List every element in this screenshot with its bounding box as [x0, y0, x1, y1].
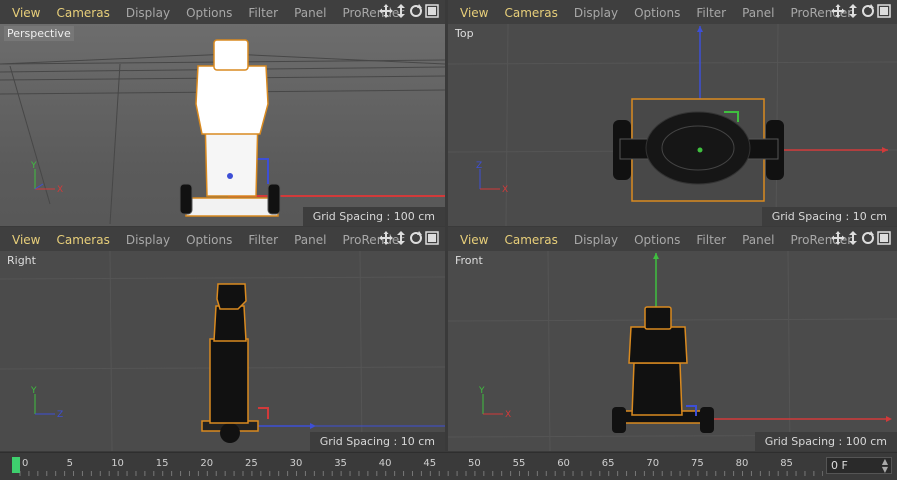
zoom-view-icon[interactable]	[395, 231, 407, 245]
viewport-canvas[interactable]: Y Z Right Grid Spacing : 10 cm	[0, 251, 445, 451]
timeline-tick-label: 45	[423, 458, 436, 469]
timeline-tick-label: 10	[111, 458, 124, 469]
timeline-tick-label: 20	[200, 458, 213, 469]
timeline-tick-label: 35	[334, 458, 347, 469]
timeline-tick-label: 5	[67, 458, 73, 469]
timeline-tick-label: 30	[290, 458, 303, 469]
timeline[interactable]: 051015202530354045505560657075808590 0 F…	[0, 452, 897, 480]
viewport-menubar: View Cameras Display Options Filter Pane…	[448, 227, 897, 251]
menu-display[interactable]: Display	[566, 6, 626, 20]
menu-view[interactable]: View	[452, 6, 496, 20]
zoom-view-icon[interactable]	[395, 4, 407, 18]
timeline-tick-label: 50	[468, 458, 481, 469]
menu-filter[interactable]: Filter	[240, 233, 286, 247]
viewport-menubar: View Cameras Display Options Filter Pane…	[0, 0, 445, 24]
menu-display[interactable]: Display	[566, 233, 626, 247]
maximize-view-icon[interactable]	[877, 4, 891, 18]
menu-cameras[interactable]: Cameras	[48, 6, 117, 20]
maximize-view-icon[interactable]	[425, 231, 439, 245]
timeline-tick-label: 85	[780, 458, 793, 469]
menu-display[interactable]: Display	[118, 6, 178, 20]
menu-options[interactable]: Options	[626, 233, 688, 247]
zoom-view-icon[interactable]	[847, 231, 859, 245]
frame-spinner-icon[interactable]: ▲ ▼	[882, 458, 888, 474]
timeline-tick-label: 65	[602, 458, 615, 469]
timeline-tick-label: 60	[557, 458, 570, 469]
maximize-view-icon[interactable]	[877, 231, 891, 245]
viewport-menubar: View Cameras Display Options Filter Pane…	[0, 227, 445, 251]
menu-panel[interactable]: Panel	[734, 6, 782, 20]
viewport-canvas[interactable]: Y X Front Grid Spacing : 100 cm	[448, 251, 897, 451]
menu-options[interactable]: Options	[178, 6, 240, 20]
current-frame-field[interactable]: 0 F ▲ ▼	[826, 457, 892, 474]
axis-x-label: X	[502, 185, 508, 195]
timeline-tick-label: 70	[646, 458, 659, 469]
menu-view[interactable]: View	[4, 6, 48, 20]
menu-view[interactable]: View	[4, 233, 48, 247]
rotate-view-icon[interactable]	[409, 231, 423, 245]
front-scene: Y X	[448, 251, 897, 451]
viewport-label: Perspective	[4, 26, 74, 41]
viewport-label: Front	[455, 254, 483, 267]
move-view-icon[interactable]	[831, 231, 845, 245]
current-frame-value: 0 F	[831, 459, 848, 472]
axis-x-label: X	[505, 410, 511, 420]
menu-panel[interactable]: Panel	[286, 6, 334, 20]
menu-cameras[interactable]: Cameras	[496, 233, 565, 247]
viewport-label: Top	[455, 27, 474, 40]
move-view-icon[interactable]	[379, 231, 393, 245]
right-scene: Y Z	[0, 251, 445, 451]
timeline-tick-label: 75	[691, 458, 704, 469]
rotate-view-icon[interactable]	[861, 231, 875, 245]
timeline-tick-label: 0	[22, 458, 28, 469]
top-scene: Z X	[448, 24, 897, 226]
timeline-ruler[interactable]: 051015202530354045505560657075808590	[8, 455, 823, 477]
menu-display[interactable]: Display	[118, 233, 178, 247]
viewport-right[interactable]: View Cameras Display Options Filter Pane…	[0, 227, 445, 451]
timeline-tick-label: 80	[736, 458, 749, 469]
zoom-view-icon[interactable]	[847, 4, 859, 18]
maximize-view-icon[interactable]	[425, 4, 439, 18]
timeline-tick-label: 55	[513, 458, 526, 469]
menu-cameras[interactable]: Cameras	[48, 233, 117, 247]
axis-y-label: Y	[478, 386, 485, 396]
menu-options[interactable]: Options	[626, 6, 688, 20]
axis-y-label: Y	[30, 161, 37, 171]
timeline-tick-label: 40	[379, 458, 392, 469]
menu-options[interactable]: Options	[178, 233, 240, 247]
viewport-front[interactable]: View Cameras Display Options Filter Pane…	[448, 227, 897, 451]
menu-view[interactable]: View	[452, 233, 496, 247]
timeline-tick-label: 25	[245, 458, 258, 469]
move-view-icon[interactable]	[379, 4, 393, 18]
move-view-icon[interactable]	[831, 4, 845, 18]
rotate-view-icon[interactable]	[409, 4, 423, 18]
viewport-top[interactable]: View Cameras Display Options Filter Pane…	[448, 0, 897, 226]
grid-spacing-readout: Grid Spacing : 100 cm	[754, 432, 897, 451]
menu-panel[interactable]: Panel	[286, 233, 334, 247]
viewport-menubar: View Cameras Display Options Filter Pane…	[448, 0, 897, 24]
timeline-tick-label: 15	[156, 458, 169, 469]
rotate-view-icon[interactable]	[861, 4, 875, 18]
menu-cameras[interactable]: Cameras	[496, 6, 565, 20]
grid-spacing-readout: Grid Spacing : 10 cm	[761, 207, 897, 226]
axis-x-label: X	[57, 185, 63, 195]
axis-z-label: Z	[57, 410, 63, 420]
axis-z-label: Z	[476, 161, 482, 171]
viewport-perspective[interactable]: View Cameras Display Options Filter Pane…	[0, 0, 445, 226]
menu-filter[interactable]: Filter	[240, 6, 286, 20]
grid-spacing-readout: Grid Spacing : 100 cm	[302, 207, 445, 226]
viewport-canvas[interactable]: Z X Top Grid Spacing : 10 cm	[448, 24, 897, 226]
menu-filter[interactable]: Filter	[688, 6, 734, 20]
grid-spacing-readout: Grid Spacing : 10 cm	[309, 432, 445, 451]
viewport-canvas[interactable]: Y X Perspective Grid Spacing : 100 cm	[0, 24, 445, 226]
perspective-scene: Y X	[0, 39, 445, 225]
menu-filter[interactable]: Filter	[688, 233, 734, 247]
menu-panel[interactable]: Panel	[734, 233, 782, 247]
axis-y-label: Y	[30, 386, 37, 396]
timeline-playhead[interactable]	[12, 457, 20, 473]
viewport-label: Right	[7, 254, 36, 267]
